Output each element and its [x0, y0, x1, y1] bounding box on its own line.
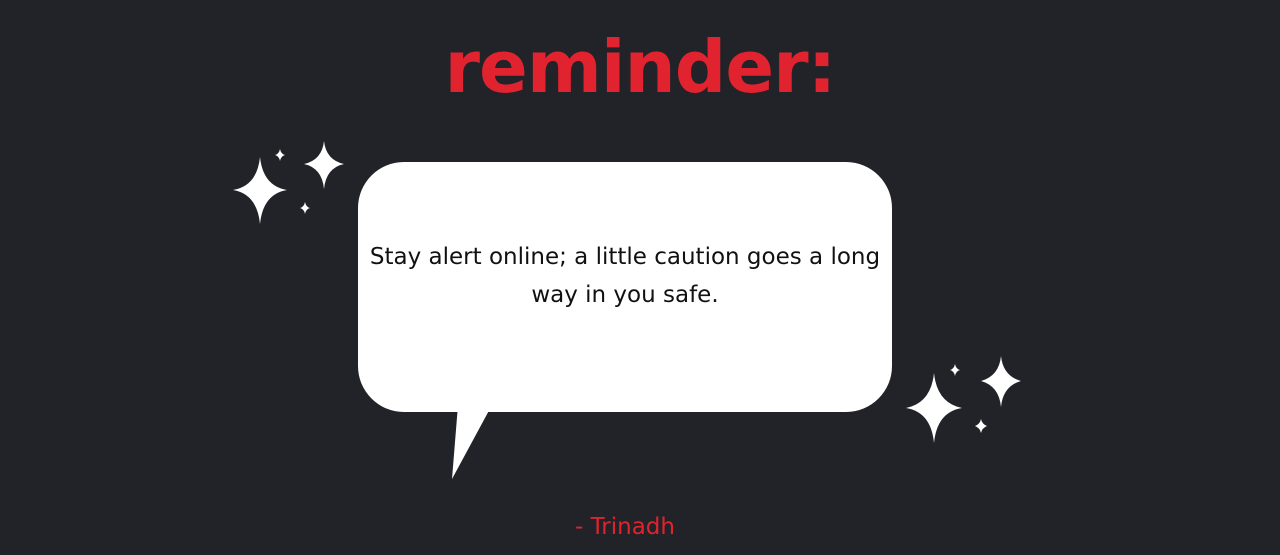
sparkle-small-right: [950, 364, 960, 376]
sparkles-icon: [906, 356, 1021, 443]
sparkle-medium-right: [981, 356, 1021, 407]
sparkle-small-right-2: [975, 419, 987, 433]
sparkle-medium-left: [304, 141, 344, 189]
quote-text: Stay alert online; a little caution goes…: [369, 244, 881, 308]
sparkle-small-left-2: [300, 202, 310, 214]
sparkle-small-left: [275, 149, 285, 161]
sparkle-large-left: [233, 157, 287, 224]
sparkles-icon: [233, 141, 344, 224]
sparkle-large-right: [906, 373, 962, 443]
speech-bubble-tail: [452, 405, 492, 479]
author-attribution: - Trinadh: [575, 514, 675, 540]
